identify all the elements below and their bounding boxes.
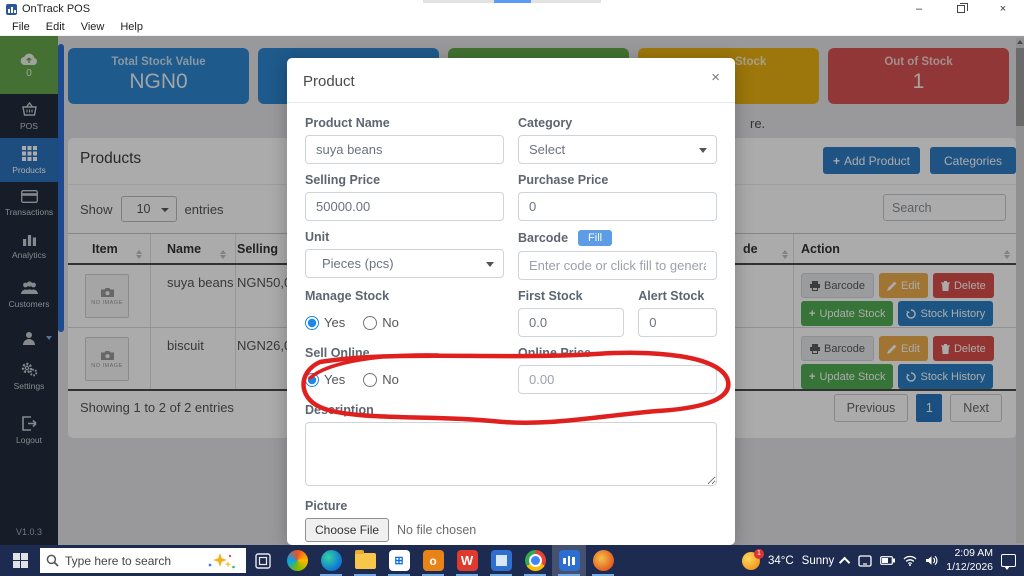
file-explorer-taskbar-button[interactable]	[348, 545, 382, 576]
battery-icon[interactable]	[880, 556, 896, 565]
online-price-label: Online Price	[518, 346, 591, 360]
weather-icon[interactable]: 1	[741, 548, 764, 570]
purchase-price-label: Purchase Price	[518, 173, 609, 187]
online-price-field[interactable]	[518, 365, 717, 394]
loading-strip	[423, 0, 601, 3]
edge-icon	[320, 550, 342, 571]
first-stock-label: First Stock	[518, 289, 583, 303]
notification-badge: 1	[753, 548, 764, 559]
barcode-label: Barcode Fill	[518, 230, 717, 246]
menu-file[interactable]: File	[4, 21, 38, 33]
screen: OnTrack POS – × File Edit View Help 0 PO…	[0, 0, 1024, 576]
selling-price-field[interactable]	[305, 192, 504, 221]
modal-close-button[interactable]: ×	[711, 70, 720, 85]
menu-edit[interactable]: Edit	[38, 21, 73, 33]
weather-temp[interactable]: 34°C	[768, 555, 794, 567]
description-label: Description	[305, 403, 374, 417]
start-button[interactable]	[0, 545, 40, 576]
minimize-button[interactable]: –	[898, 0, 940, 18]
chrome-icon	[524, 550, 546, 571]
tray-expand-icon[interactable]	[839, 556, 851, 568]
snip-icon	[592, 550, 614, 571]
product-modal: Product × Product Name Category Select	[287, 58, 735, 545]
menu-bar: File Edit View Help	[0, 18, 1024, 36]
unit-label: Unit	[305, 230, 330, 244]
widgets-icon	[490, 550, 512, 571]
store-taskbar-button[interactable]: ⊞	[382, 545, 416, 576]
search-icon	[46, 554, 59, 567]
choose-file-button[interactable]: Choose File	[305, 518, 390, 542]
unit-select[interactable]: Pieces (pcs)	[305, 249, 504, 278]
menu-help[interactable]: Help	[112, 21, 151, 33]
clock-time: 2:09 AM	[954, 547, 993, 560]
modal-title: Product	[303, 73, 355, 90]
clock-date: 1/12/2026	[946, 560, 993, 573]
sell-online-label: Sell Online	[305, 346, 370, 360]
copilot-icon	[286, 550, 308, 571]
alert-stock-label: Alert Stock	[638, 289, 705, 303]
task-view-icon	[255, 552, 271, 569]
description-field[interactable]	[305, 422, 717, 486]
tablet-icon[interactable]	[858, 554, 872, 567]
taskbar-search[interactable]: Type here to search	[40, 548, 246, 573]
restore-button[interactable]	[940, 0, 982, 18]
action-center-icon[interactable]	[1001, 554, 1016, 570]
speaker-icon[interactable]	[925, 555, 938, 566]
barcode-fill-button[interactable]: Fill	[578, 230, 613, 246]
close-button[interactable]: ×	[982, 0, 1024, 18]
wps-taskbar-button[interactable]: W	[450, 545, 484, 576]
copilot-button[interactable]	[280, 545, 314, 576]
manage-stock-label: Manage Stock	[305, 289, 390, 303]
sell-online-no-radio[interactable]: No	[363, 372, 399, 387]
manage-stock-yes-radio[interactable]: Yes	[305, 315, 345, 330]
manage-stock-no-radio[interactable]: No	[363, 315, 399, 330]
search-placeholder-text: Type here to search	[65, 553, 172, 568]
wps-icon: W	[456, 550, 478, 571]
product-name-label: Product Name	[305, 116, 390, 130]
restore-icon	[957, 3, 968, 13]
first-stock-field[interactable]	[518, 308, 625, 337]
radio-icon[interactable]	[305, 315, 319, 330]
taskbar-clock[interactable]: 2:09 AM 1/12/2026	[946, 547, 993, 573]
sell-online-yes-radio[interactable]: Yes	[305, 372, 345, 387]
alert-stock-field[interactable]	[638, 308, 717, 337]
radio-icon[interactable]	[363, 315, 378, 330]
widgets-taskbar-button[interactable]	[484, 545, 518, 576]
windows-logo-icon	[12, 553, 28, 568]
store-icon: ⊞	[388, 550, 410, 571]
menu-view[interactable]: View	[73, 21, 113, 33]
pos-app-icon	[558, 550, 580, 571]
barcode-field[interactable]	[518, 251, 717, 280]
snip-taskbar-button[interactable]	[586, 545, 620, 576]
outlook-taskbar-button[interactable]: o	[416, 545, 450, 576]
radio-icon[interactable]	[305, 372, 319, 387]
category-label: Category	[518, 116, 573, 130]
sparkle-icon	[208, 553, 235, 569]
edge-taskbar-button[interactable]	[314, 545, 348, 576]
folder-icon	[354, 549, 376, 569]
product-name-field[interactable]	[305, 135, 504, 164]
weather-condition[interactable]: Sunny	[802, 555, 835, 567]
window-title: OnTrack POS	[22, 3, 91, 15]
wifi-icon[interactable]	[903, 555, 917, 566]
app-icon	[6, 3, 17, 15]
app-body: 0 POS Products Transactions Analytics Cu	[0, 36, 1024, 545]
selling-price-label: Selling Price	[305, 173, 381, 187]
picture-label: Picture	[305, 499, 348, 513]
radio-icon[interactable]	[363, 372, 378, 387]
task-view-button[interactable]	[246, 545, 280, 576]
category-select[interactable]: Select	[518, 135, 717, 164]
taskbar: Type here to search ⊞ o W 1 34°C Sunny 2…	[0, 545, 1024, 576]
chrome-taskbar-button[interactable]	[518, 545, 552, 576]
purchase-price-field[interactable]	[518, 192, 717, 221]
file-chosen-status: No file chosen	[397, 523, 477, 537]
ontrack-pos-taskbar-button[interactable]	[552, 545, 586, 576]
outlook-icon: o	[422, 550, 444, 571]
